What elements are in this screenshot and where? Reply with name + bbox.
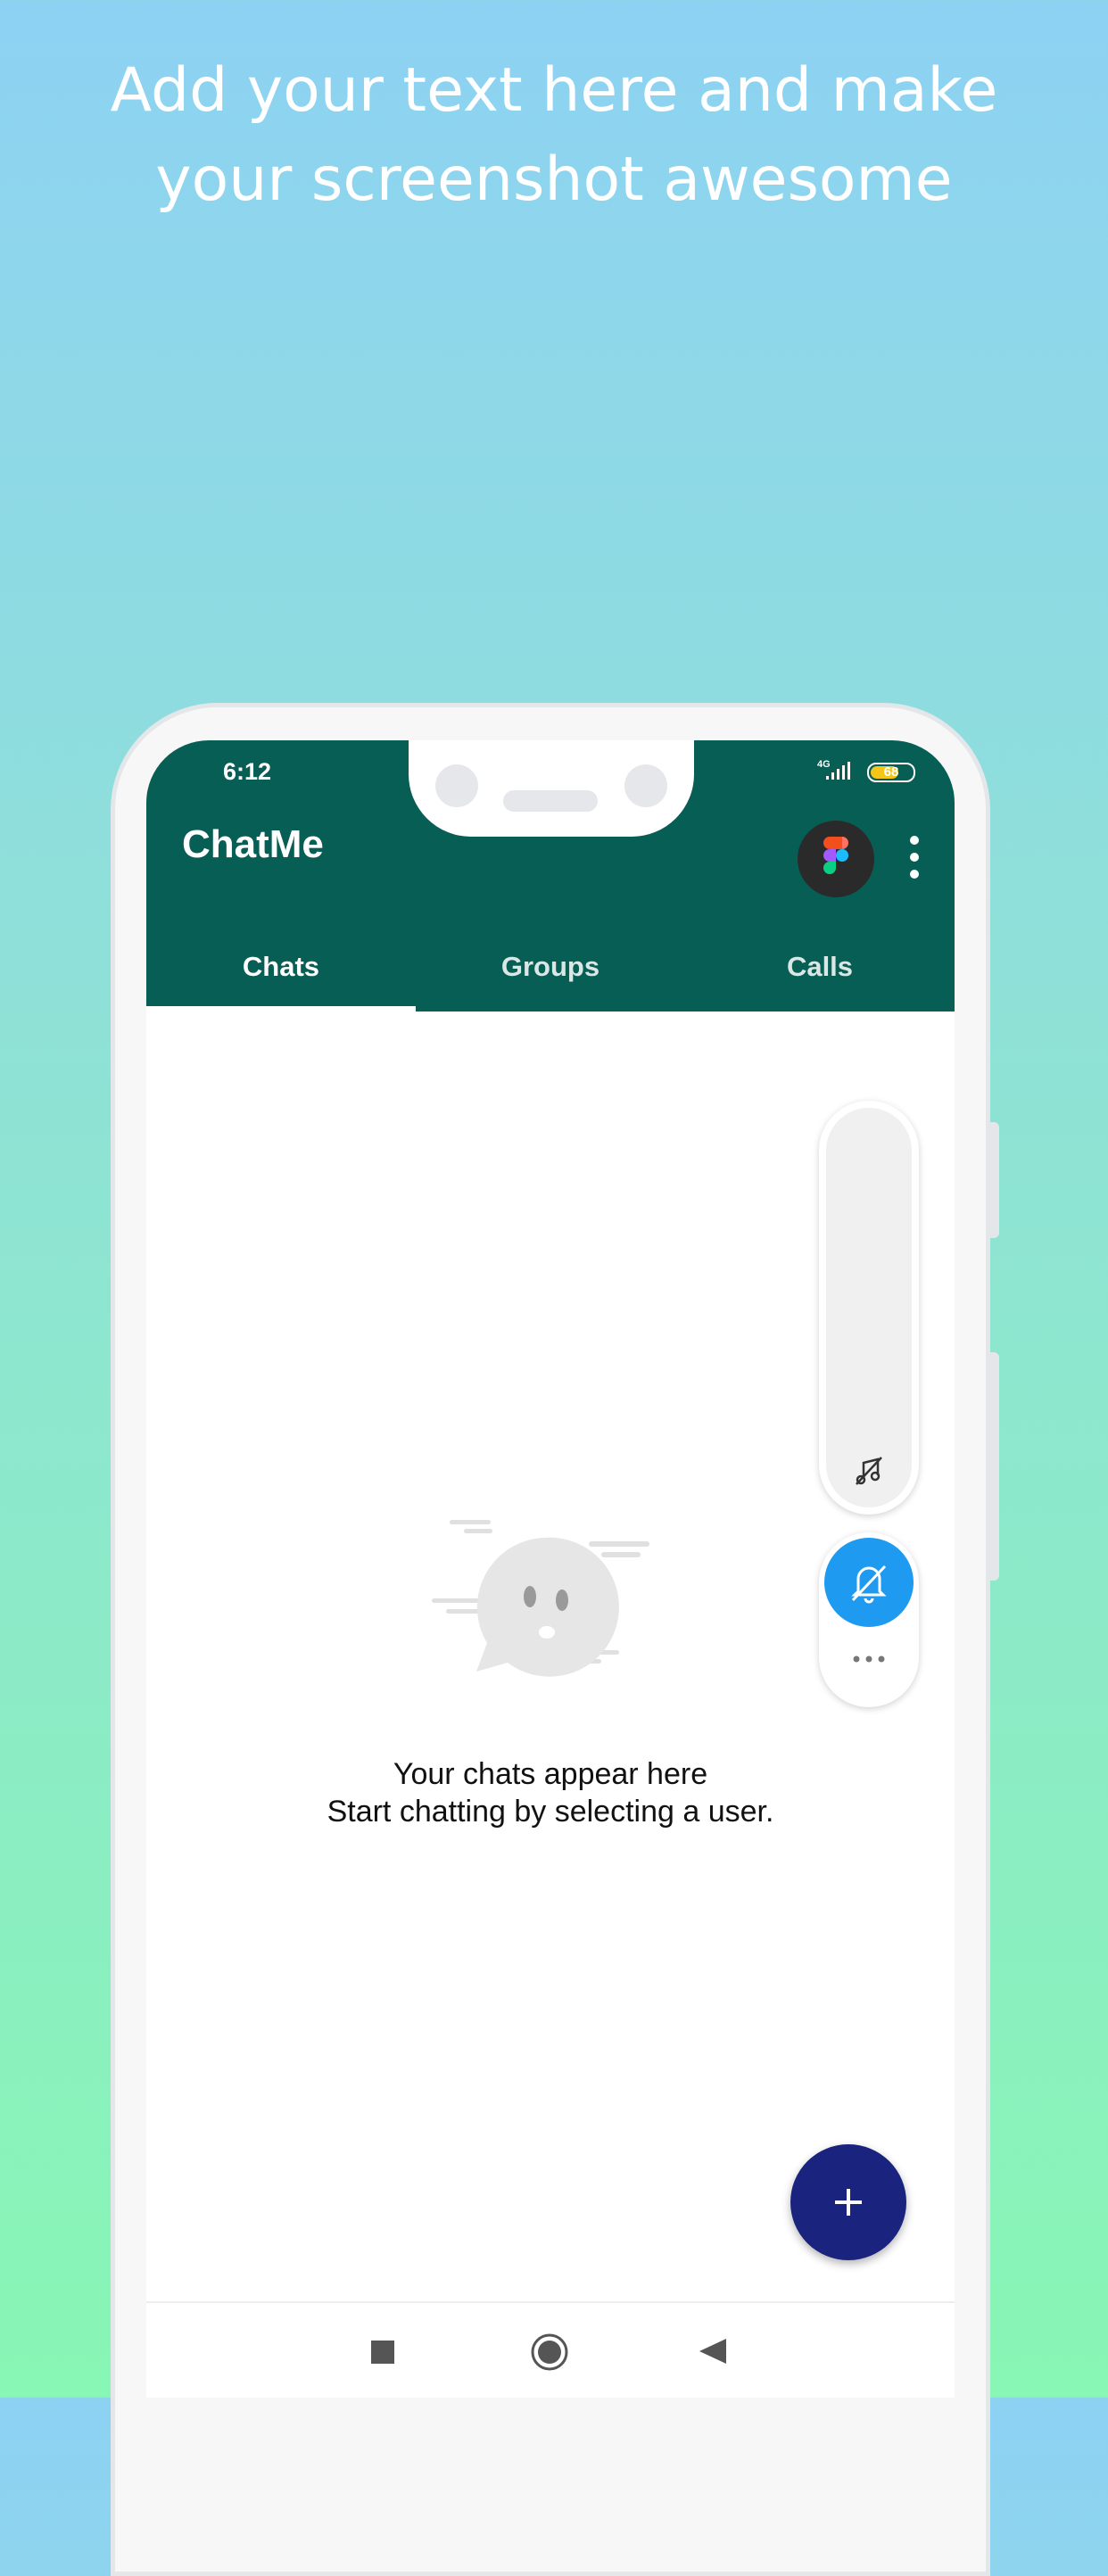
triangle-back-icon[interactable]: [698, 2337, 728, 2365]
volume-slider-track[interactable]: [826, 1108, 912, 1507]
tab-bar: Chats Groups Calls: [146, 937, 955, 1011]
mute-notifications-button[interactable]: [824, 1538, 914, 1627]
figma-logo-icon: [823, 837, 848, 874]
battery-percent: 68: [883, 764, 899, 780]
promo-line-2: your screenshot awesome: [155, 144, 953, 215]
volume-slider-panel[interactable]: [819, 1101, 919, 1515]
plus-icon: [835, 2189, 862, 2216]
front-camera-left: [435, 764, 478, 807]
overflow-menu-button[interactable]: [901, 833, 928, 881]
empty-state-subtitle: Start chatting by selecting a user.: [327, 1795, 774, 1829]
tab-calls-label: Calls: [786, 951, 854, 982]
profile-avatar-button[interactable]: [798, 821, 874, 897]
phone-screen: 6:12 4G 68 ChatMe Chats Groups Calls You…: [146, 740, 955, 2398]
phone-side-button-lower: [990, 1352, 999, 1581]
tab-calls[interactable]: Calls: [685, 937, 955, 1011]
status-time: 6:12: [223, 758, 272, 785]
more-vert-icon: [910, 836, 919, 879]
new-chat-button[interactable]: [790, 2144, 906, 2260]
empty-chat-ghost-icon: [432, 1520, 649, 1677]
system-navigation-bar: [146, 2301, 955, 2398]
circle-icon[interactable]: [530, 2332, 569, 2372]
signal-icon: [826, 762, 850, 780]
tab-active-indicator: [146, 1006, 416, 1011]
tab-groups[interactable]: Groups: [416, 937, 685, 1011]
promo-headline: Add your text here and make your screens…: [0, 46, 1108, 225]
empty-state-title: Your chats appear here: [393, 1757, 708, 1791]
tab-chats-label: Chats: [242, 951, 320, 982]
front-camera-right: [624, 764, 667, 807]
tab-chats[interactable]: Chats: [146, 937, 416, 1011]
ringer-panel: [819, 1532, 919, 1707]
app-title: ChatMe: [182, 822, 324, 866]
earpiece-speaker: [503, 790, 598, 812]
music-off-icon[interactable]: [851, 1454, 887, 1490]
more-horiz-icon[interactable]: [851, 1654, 887, 1664]
phone-notch: [409, 740, 694, 837]
battery-icon: 68: [867, 763, 915, 782]
square-icon[interactable]: [369, 2339, 396, 2365]
phone-side-button-upper: [990, 1122, 999, 1238]
bell-off-icon: [851, 1565, 887, 1604]
tab-groups-label: Groups: [500, 951, 600, 982]
promo-line-1: Add your text here and make: [110, 55, 998, 126]
